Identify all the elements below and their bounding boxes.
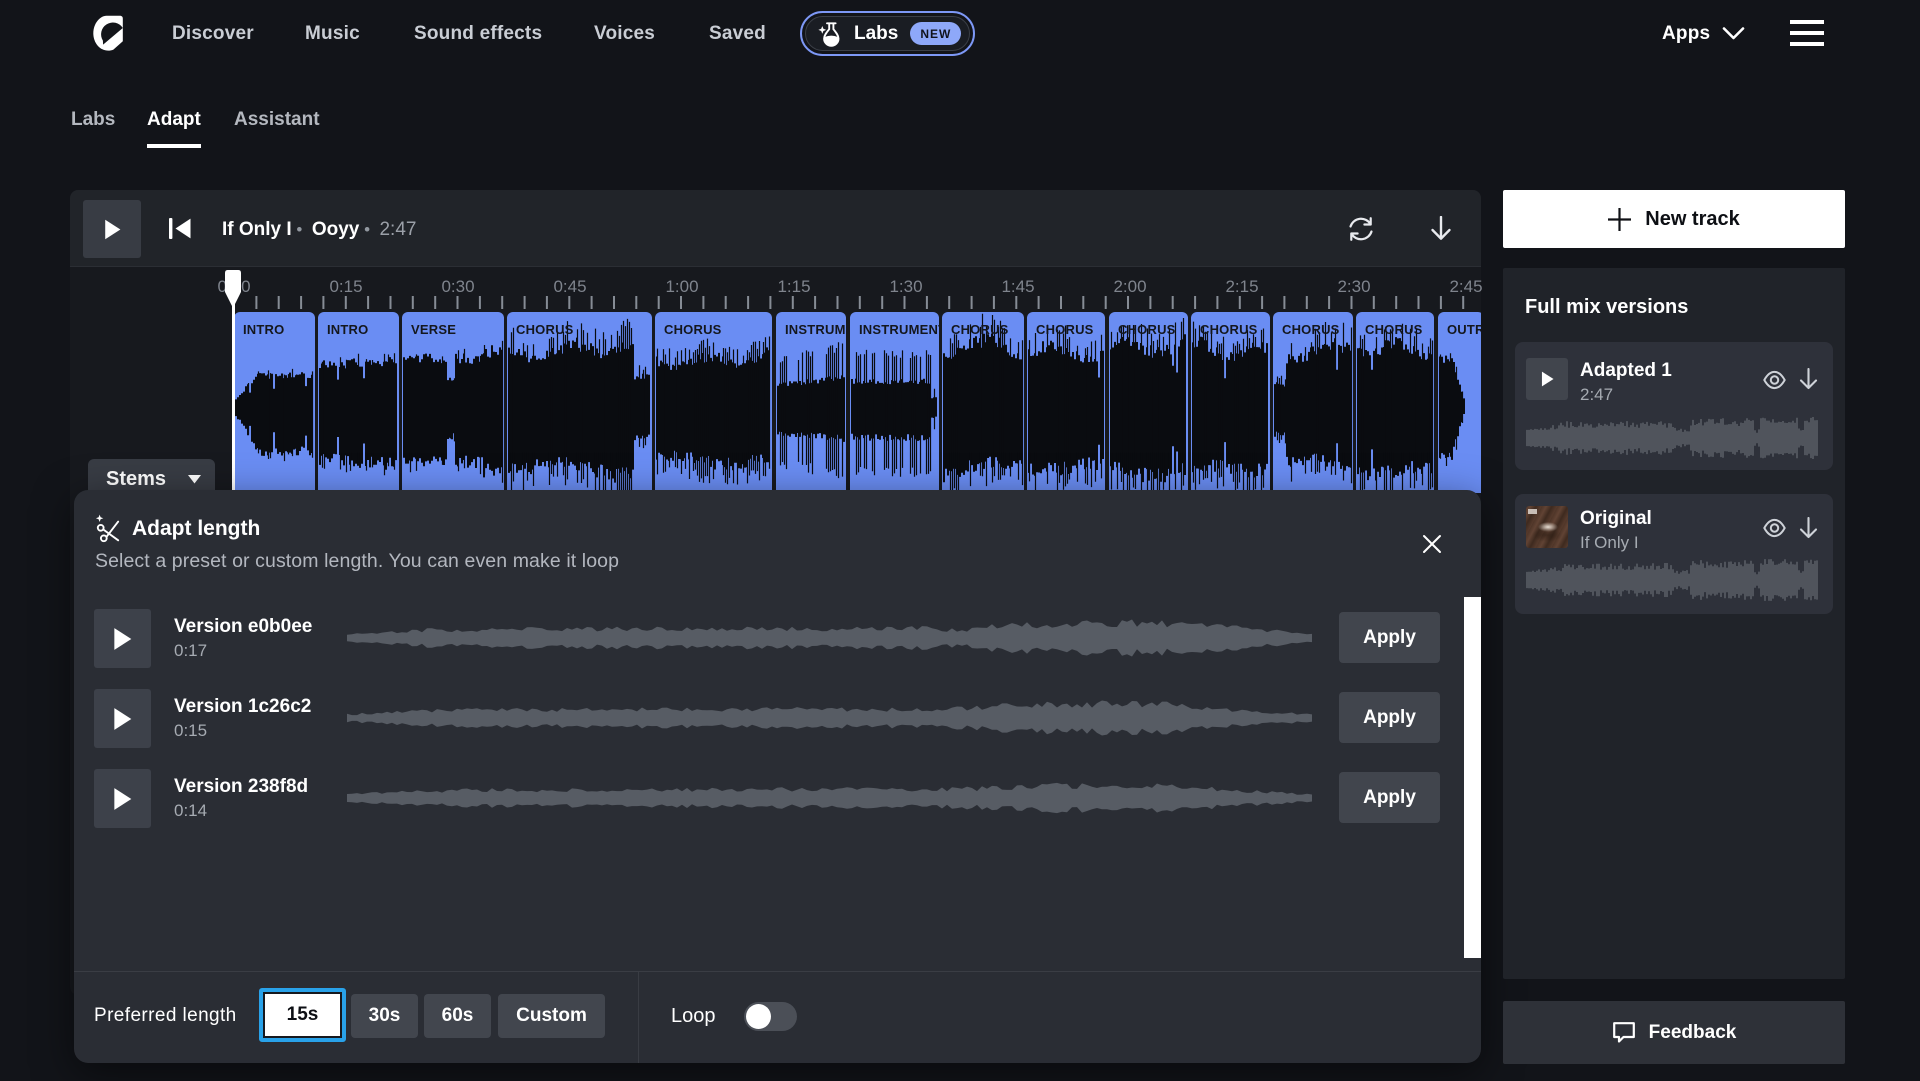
svg-text:INSTRUME: INSTRUME (785, 322, 855, 337)
svg-text:CHORUS: CHORUS (664, 322, 722, 337)
svg-text:CHORUS: CHORUS (1036, 322, 1094, 337)
svg-text:CHORUS: CHORUS (1365, 322, 1423, 337)
svg-text:INTRO: INTRO (243, 322, 284, 337)
svg-text:VERSE: VERSE (411, 322, 456, 337)
svg-text:CHORUS: CHORUS (1282, 322, 1340, 337)
svg-text:OUTR: OUTR (1447, 322, 1481, 337)
svg-text:CHORUS: CHORUS (1118, 322, 1176, 337)
svg-text:CHORUS: CHORUS (951, 322, 1009, 337)
svg-text:INTRO: INTRO (327, 322, 368, 337)
svg-text:CHORUS: CHORUS (1200, 322, 1258, 337)
svg-text:INSTRUMENTA: INSTRUMENTA (859, 322, 955, 337)
svg-text:CHORUS: CHORUS (516, 322, 574, 337)
